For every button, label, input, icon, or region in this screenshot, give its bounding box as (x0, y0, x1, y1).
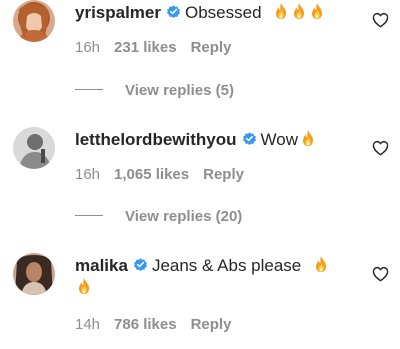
username[interactable]: yrispalmer (75, 3, 161, 22)
reply-button[interactable]: Reply (203, 166, 244, 183)
comment-text-line: letthelordbewithyou Wow (75, 129, 317, 151)
verified-badge-icon (133, 257, 148, 272)
username[interactable]: malika (75, 256, 128, 275)
comment-text-line (75, 277, 93, 299)
fire-emoji-icon (75, 277, 93, 295)
view-replies-label: View replies (5) (125, 82, 234, 99)
view-replies-label: View replies (20) (125, 208, 243, 225)
avatar[interactable] (13, 127, 55, 169)
fire-emoji-icon (312, 255, 330, 273)
fire-emoji-icon (272, 2, 290, 20)
comment: yrispalmer Obsessed 16h 231 likes Reply Vie… (0, 0, 400, 112)
comment-time: 16h (75, 39, 101, 56)
view-replies-button[interactable]: View replies (5) (75, 82, 234, 100)
verified-badge-icon (242, 131, 257, 146)
avatar[interactable] (13, 253, 55, 295)
fire-emoji-icon (308, 2, 326, 20)
reply-button[interactable]: Reply (191, 316, 232, 333)
fire-emoji-icon (290, 2, 308, 20)
comment: malika Jeans & Abs please 14h 786 likes Rep… (0, 250, 400, 349)
divider (75, 215, 103, 216)
avatar[interactable] (13, 0, 55, 42)
likes-count[interactable]: 1,065 likes (114, 166, 189, 183)
view-replies-button[interactable]: View replies (20) (75, 208, 242, 226)
comment-time: 16h (75, 166, 101, 183)
comment-text-line: malika Jeans & Abs please (75, 255, 330, 277)
comment-text: Jeans & Abs please (151, 256, 302, 275)
comment-meta: 16h 1,065 likes Reply (75, 166, 258, 184)
likes-count[interactable]: 231 likes (114, 39, 177, 56)
divider (75, 89, 103, 90)
comment-text: Wow (260, 130, 298, 149)
comment-meta: 16h 231 likes Reply (75, 39, 245, 57)
comment-text: Obsessed (185, 3, 262, 22)
comment-text-line: yrispalmer Obsessed (75, 2, 326, 24)
comment: letthelordbewithyou Wow 16h 1,065 likes Rep… (0, 124, 400, 236)
username[interactable]: letthelordbewithyou (75, 130, 237, 149)
fire-emoji-icon (299, 129, 317, 147)
verified-badge-icon (166, 4, 181, 19)
reply-button[interactable]: Reply (191, 39, 232, 56)
heart-outline-icon[interactable] (372, 140, 389, 156)
heart-outline-icon[interactable] (372, 266, 389, 282)
comment-meta: 14h 786 likes Reply (75, 316, 245, 334)
comment-time: 14h (75, 316, 101, 333)
likes-count[interactable]: 786 likes (114, 316, 177, 333)
heart-outline-icon[interactable] (372, 12, 389, 28)
